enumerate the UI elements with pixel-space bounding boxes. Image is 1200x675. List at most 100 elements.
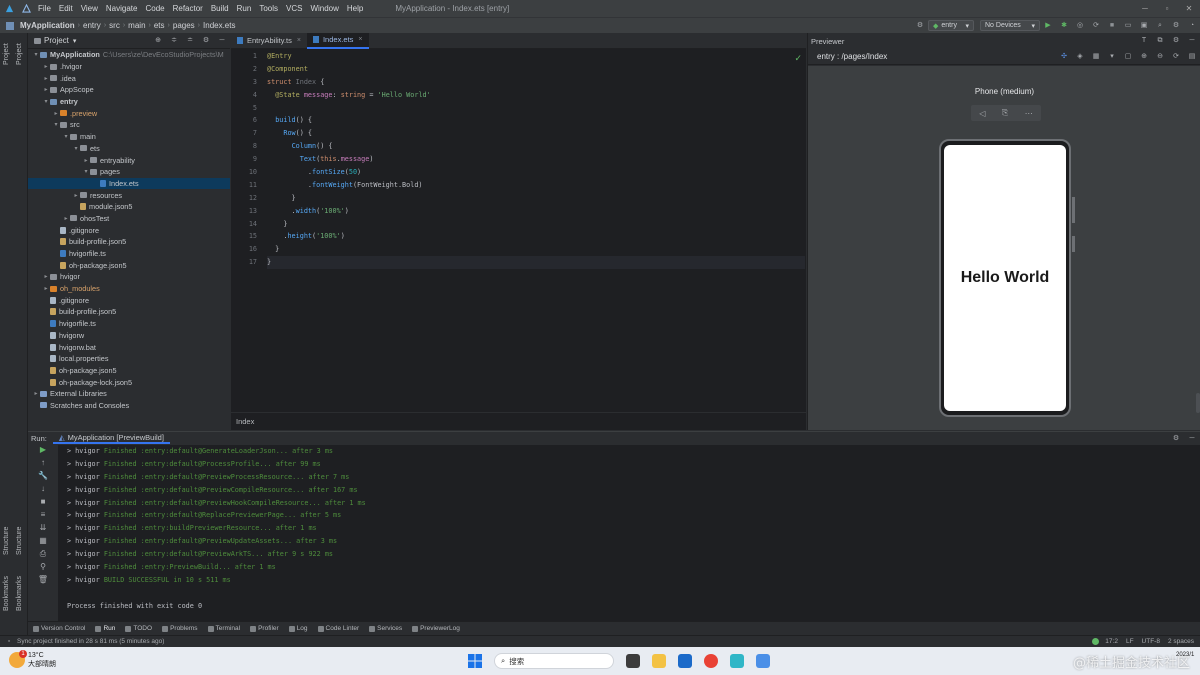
tree-item[interactable]: hvigorw.bat	[28, 341, 230, 353]
locate-icon[interactable]: ⊕	[154, 37, 162, 45]
stop-icon[interactable]: ■	[1108, 22, 1116, 30]
tree-item[interactable]: ▸ hvigor	[28, 271, 230, 283]
code-line[interactable]: }	[267, 218, 805, 231]
close-icon[interactable]: ×	[358, 36, 362, 43]
zoom-out-icon[interactable]: ⊖	[1156, 53, 1164, 61]
chevron-right-icon[interactable]: ▸	[82, 157, 90, 164]
file-explorer-icon[interactable]	[652, 654, 666, 668]
chevron-down-icon[interactable]: ▾	[52, 121, 60, 128]
tool-tab-todo[interactable]: TODO	[120, 625, 157, 632]
store-icon[interactable]	[678, 654, 692, 668]
device-manager-icon[interactable]: ▭	[1124, 22, 1132, 30]
tree-item[interactable]: Index.ets	[28, 177, 230, 190]
tree-item[interactable]: ▸ oh_modules	[28, 283, 230, 295]
run-icon[interactable]: ▶	[1044, 22, 1052, 30]
tool-tab-services[interactable]: Services	[364, 625, 407, 632]
tree-item[interactable]: .gitignore	[28, 294, 230, 306]
menu-item-tools[interactable]: Tools	[255, 4, 282, 13]
profile-icon[interactable]: ◎	[1076, 22, 1084, 30]
tree-item[interactable]: module.json5	[28, 201, 230, 213]
gear-icon[interactable]: ⚙	[202, 37, 210, 45]
tree-item[interactable]: ▾ pages	[28, 166, 230, 178]
tree-item[interactable]: ▾ main	[28, 131, 230, 143]
windows-start-icon[interactable]	[468, 654, 482, 668]
no-problems-icon[interactable]: ✓	[794, 53, 802, 64]
minimize-button[interactable]: ─	[1134, 4, 1156, 13]
rerun-icon[interactable]: ▶	[28, 445, 58, 458]
search-everywhere-icon[interactable]: ⌕	[1156, 22, 1164, 30]
breadcrumb-item[interactable]: ets	[151, 21, 168, 30]
chevron-right-icon[interactable]: ▸	[42, 273, 50, 280]
pin-icon[interactable]: ⚲	[28, 562, 58, 575]
tool-tab-previewerlog[interactable]: PreviewerLog	[407, 625, 465, 632]
bookmarks-tool-tab[interactable]: Bookmarks	[3, 576, 10, 611]
breadcrumb-item[interactable]: src	[106, 21, 123, 30]
hide-icon[interactable]: ─	[218, 37, 226, 45]
code-area[interactable]: 1 2 3 4 5 6 7 8 9 10 11 12 13 14 15 16 17 @Entry @Compone…	[231, 50, 806, 412]
menu-item-window[interactable]: Window	[306, 4, 342, 13]
tree-item[interactable]: ▸ resources	[28, 189, 230, 201]
notifications-icon[interactable]: ◔	[1188, 22, 1196, 30]
more-icon[interactable]: ⋯	[1025, 109, 1033, 118]
tab-index-ets[interactable]: Index.ets ×	[306, 32, 369, 49]
chevron-right-icon[interactable]: ▸	[52, 110, 60, 117]
expand-all-icon[interactable]: ≑	[170, 37, 178, 45]
bookmarks-tool-tab-2[interactable]: Bookmarks	[16, 576, 23, 611]
tool-tab-profiler[interactable]: Profiler	[245, 625, 284, 632]
scroll-end-icon[interactable]: ⇊	[28, 523, 58, 536]
menu-item-run[interactable]: Run	[233, 4, 256, 13]
tree-item[interactable]: hvigorfile.ts	[28, 318, 230, 330]
menu-item-help[interactable]: Help	[343, 4, 367, 13]
code-line[interactable]: .fontSize(50)	[267, 166, 805, 179]
chevron-right-icon[interactable]: ▸	[42, 63, 50, 70]
breadcrumb-item[interactable]: Index.ets	[200, 21, 238, 30]
tool-tab-code-linter[interactable]: Code Linter	[313, 625, 365, 632]
indent-setting[interactable]: 2 spaces	[1168, 638, 1194, 645]
project-tool-tab[interactable]: Project	[3, 43, 10, 65]
tool-tab-problems[interactable]: Problems	[157, 625, 202, 632]
menu-item-edit[interactable]: Edit	[55, 4, 77, 13]
chevron-down-icon[interactable]: ▾	[72, 145, 80, 152]
tree-item[interactable]: ▸ .hvigor	[28, 61, 230, 73]
layout-toggle-icon[interactable]: ▫	[5, 638, 13, 646]
code-line[interactable]: }	[267, 256, 805, 270]
code-line[interactable]: }	[267, 243, 805, 256]
tree-item[interactable]: ▸ AppScope	[28, 84, 230, 96]
tree-item[interactable]: ▸ .preview	[28, 107, 230, 119]
code-line[interactable]: build() {	[267, 114, 805, 127]
collapse-all-icon[interactable]: ≐	[186, 37, 194, 45]
code-line[interactable]: Text(this.message)	[267, 153, 805, 166]
tree-item[interactable]: oh-package.json5	[28, 259, 230, 271]
structure-tool-tab[interactable]: Structure	[3, 527, 10, 555]
menu-item-build[interactable]: Build	[207, 4, 233, 13]
code-lines[interactable]: @Entry @Component struct Index { @State me…	[267, 50, 805, 270]
chevron-right-icon[interactable]: ▸	[62, 215, 70, 222]
maximize-button[interactable]: ▫	[1156, 4, 1178, 13]
chevron-down-icon[interactable]: ▾	[62, 133, 70, 140]
up-icon[interactable]: ↑	[28, 458, 58, 471]
deveco-studio-icon[interactable]	[756, 654, 770, 668]
file-encoding[interactable]: UTF-8	[1142, 638, 1160, 645]
attach-icon[interactable]: ⟳	[1092, 22, 1100, 30]
down-icon[interactable]: ↓	[28, 484, 58, 497]
tree-item[interactable]: ▸ External Libraries	[28, 388, 230, 400]
tree-item[interactable]: local.properties	[28, 353, 230, 365]
tree-item[interactable]: ▾ ets	[28, 143, 230, 155]
chevron-right-icon[interactable]: ▸	[32, 390, 40, 397]
tool-tab-log[interactable]: Log	[284, 625, 313, 632]
wrench-icon[interactable]: 🔧	[28, 471, 58, 484]
inspector-icon[interactable]: ✣	[1060, 53, 1068, 61]
module-select[interactable]: ◆ entry ▾	[928, 20, 974, 31]
code-line[interactable]: @Component	[267, 63, 805, 76]
back-icon[interactable]: ◁	[979, 109, 985, 118]
sdk-icon[interactable]: ▣	[1140, 22, 1148, 30]
tree-item[interactable]: build-profile.json5	[28, 236, 230, 248]
tree-item[interactable]: ▸ .idea	[28, 72, 230, 84]
tree-item[interactable]: oh-package-lock.json5	[28, 376, 230, 388]
code-line[interactable]: Column() {	[267, 140, 805, 153]
tree-item[interactable]: ▸ ohosTest	[28, 213, 230, 225]
chevron-right-icon[interactable]: ▸	[42, 285, 50, 292]
tree-item[interactable]: ▾ entry	[28, 96, 230, 108]
chevron-down-icon[interactable]: ▾	[32, 51, 40, 58]
soft-wrap-icon[interactable]: ≡	[28, 510, 58, 523]
